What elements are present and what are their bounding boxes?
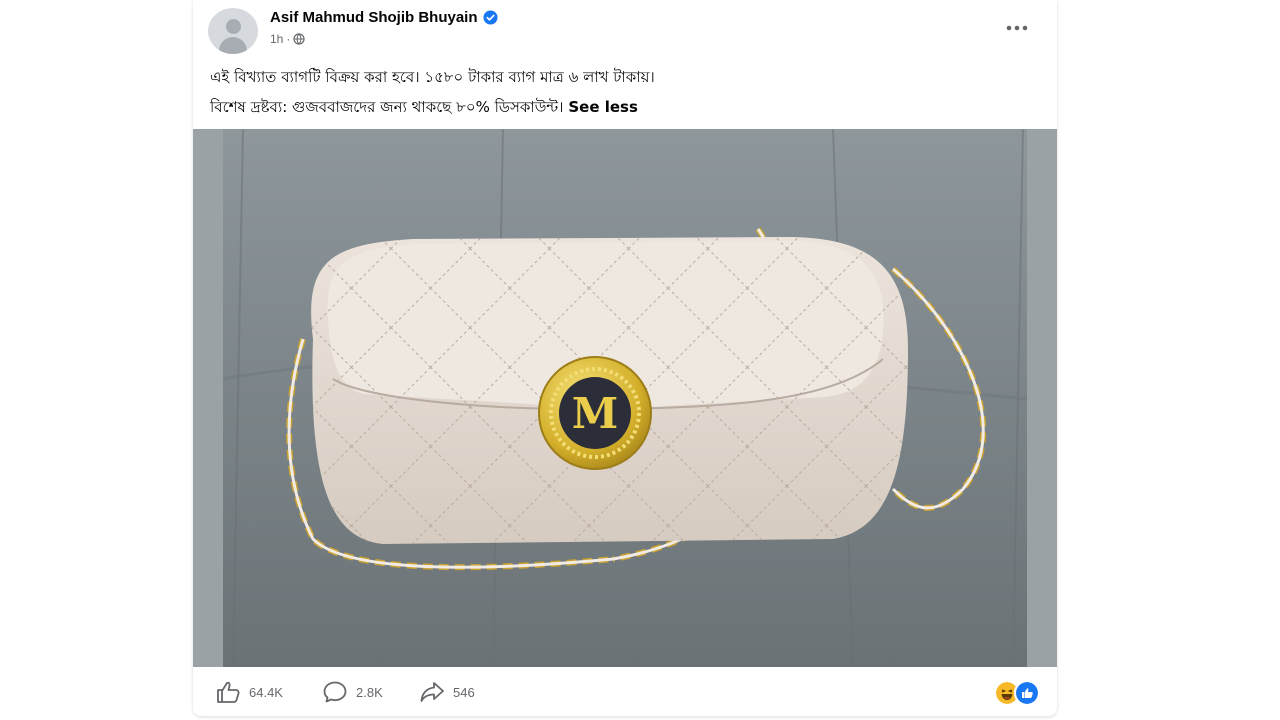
globe-icon[interactable] [293,33,305,45]
post-footer: 64.4K 2.8K 546 [193,668,1057,716]
author-name[interactable]: Asif Mahmud Shojib Bhuyain [270,9,478,26]
comment-button[interactable]: 2.8K [322,680,383,704]
meta-separator: · [286,32,291,46]
caption-line-2-text: বিশেষ দ্রষ্টব্য: গুজববাজদের জন্য থাকছে ৮… [210,98,564,116]
post-image[interactable]: M [193,129,1057,667]
share-count: 546 [453,684,475,700]
post-time[interactable]: 1h [270,32,283,46]
like-button[interactable]: 64.4K [215,680,283,704]
reaction-summary[interactable] [994,680,1040,706]
comment-count: 2.8K [356,684,383,700]
comment-bubble-icon [323,681,347,703]
share-button[interactable]: 546 [419,680,475,704]
author-avatar[interactable] [208,8,258,54]
see-less-link[interactable]: See less [568,98,638,116]
thumbs-up-icon [217,681,240,703]
like-reaction-icon [1014,680,1040,706]
bag-logo-letter: M [572,389,619,438]
post-card: Asif Mahmud Shojib Bhuyain 1h · এই বিখ্য… [193,0,1057,716]
like-count: 64.4K [249,684,283,700]
caption-line-1: এই বিখ্যাত ব্যাগটি বিক্রয় করা হবে। ১৫৮০… [210,68,655,86]
share-arrow-icon [420,682,444,702]
post-author: Asif Mahmud Shojib Bhuyain [270,9,498,26]
post-caption: এই বিখ্যাত ব্যাগটি বিক্রয় করা হবে। ১৫৮০… [210,62,1040,122]
more-options-icon [1006,25,1028,31]
post-meta: 1h · [270,32,305,46]
caption-line-2: বিশেষ দ্রষ্টব্য: গুজববাজদের জন্য থাকছে ৮… [210,92,1040,122]
handbag-photo: M [193,129,1057,667]
verified-badge-icon [482,10,498,25]
more-options-button[interactable] [1001,14,1033,42]
